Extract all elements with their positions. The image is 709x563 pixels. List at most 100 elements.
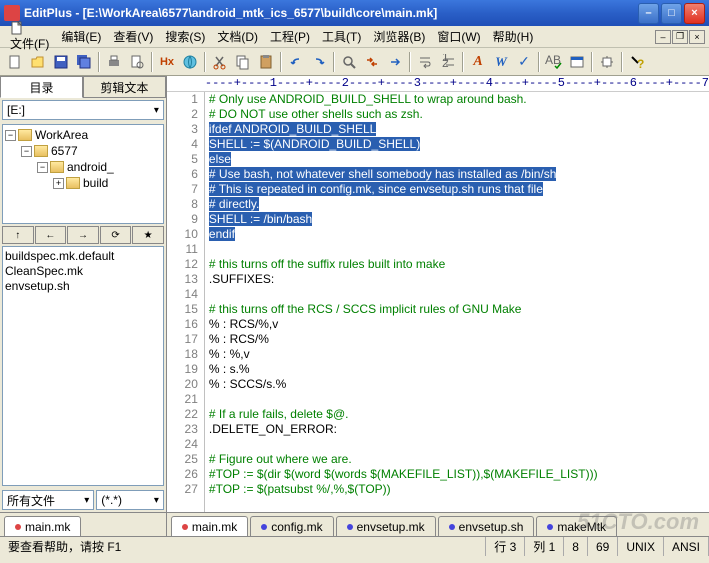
open-icon <box>30 54 46 70</box>
file-list[interactable]: buildspec.mk.default CleanSpec.mk envset… <box>2 246 164 486</box>
nav-forward-button[interactable]: → <box>67 226 99 244</box>
minimize-button[interactable]: – <box>638 3 659 24</box>
filter-pattern-combo[interactable]: (*.*) <box>96 490 164 510</box>
collapse-icon[interactable]: − <box>21 146 32 157</box>
saveall-button[interactable] <box>73 51 95 73</box>
preview-button[interactable] <box>126 51 148 73</box>
statusbar: 要查看帮助，请按 F1 行 3 列 1 8 69 UNIX ANSI <box>0 536 709 556</box>
check-button[interactable]: ✓ <box>513 51 535 73</box>
spell-icon: AB <box>545 54 563 70</box>
wordwrap-button[interactable] <box>414 51 436 73</box>
contexthelp-button[interactable]: ? <box>626 51 648 73</box>
doc-tab[interactable]: envsetup.sh <box>438 516 535 536</box>
tree-build[interactable]: +build <box>5 175 161 191</box>
tab-dot-icon <box>449 524 455 530</box>
tree-workarea[interactable]: −WorkArea <box>5 127 161 143</box>
separator <box>409 52 411 72</box>
filter-label-combo[interactable]: 所有文件 <box>2 490 94 510</box>
mdi-minimize-button[interactable]: – <box>655 30 671 44</box>
tree-android[interactable]: −android_ <box>5 159 161 175</box>
new-button[interactable] <box>4 51 26 73</box>
file-item[interactable]: envsetup.sh <box>5 279 161 294</box>
tools-menu[interactable]: 工具(T) <box>316 26 367 47</box>
paste-button[interactable] <box>255 51 277 73</box>
edit-menu[interactable]: 编辑(E) <box>55 26 107 47</box>
find-button[interactable] <box>338 51 360 73</box>
saveall-icon <box>76 54 92 70</box>
web-button[interactable]: W <box>490 51 512 73</box>
undo-button[interactable] <box>285 51 307 73</box>
wrap-icon <box>417 54 433 70</box>
mdi-restore-button[interactable]: ❐ <box>672 30 688 44</box>
close-button[interactable]: × <box>684 3 705 24</box>
nav-back-button[interactable]: ← <box>35 226 67 244</box>
project-menu[interactable]: 工程(P) <box>264 26 316 47</box>
copy-icon <box>235 54 251 70</box>
new-icon <box>7 54 23 70</box>
help-menu[interactable]: 帮助(H) <box>487 26 540 47</box>
folder-icon <box>50 161 64 173</box>
nav-refresh-button[interactable]: ⟳ <box>100 226 132 244</box>
collapse-icon[interactable]: − <box>5 130 16 141</box>
browser-menu[interactable]: 浏览器(B) <box>367 26 431 47</box>
search-menu[interactable]: 搜索(S) <box>159 26 211 47</box>
copy-button[interactable] <box>232 51 254 73</box>
folder-tree[interactable]: −WorkArea −6577 −android_ +build <box>2 124 164 224</box>
doc-tab[interactable]: makeMtk <box>536 516 617 536</box>
bold-button[interactable]: A <box>467 51 489 73</box>
file-menu[interactable]: 文件(F) <box>4 19 55 54</box>
spellcheck-button[interactable]: AB <box>543 51 565 73</box>
file-item[interactable]: CleanSpec.mk <box>5 264 161 279</box>
nav-favorite-button[interactable]: ★ <box>132 226 164 244</box>
nav-up-button[interactable]: ↑ <box>2 226 34 244</box>
sidebar: 目录 剪辑文本 [E:] −WorkArea −6577 −android_ +… <box>0 76 167 536</box>
help-icon: ? <box>629 54 645 70</box>
window-title: EditPlus - [E:\WorkArea\6577\android_mtk… <box>24 6 638 20</box>
terminal-button[interactable] <box>566 51 588 73</box>
globe-icon <box>182 54 198 70</box>
titlebar: EditPlus - [E:\WorkArea\6577\android_mtk… <box>0 0 709 26</box>
directory-tab[interactable]: 目录 <box>0 76 83 98</box>
separator <box>204 52 206 72</box>
print-button[interactable] <box>103 51 125 73</box>
side-doc-tab[interactable]: main.mk <box>4 516 81 536</box>
svg-text:2: 2 <box>442 56 449 70</box>
tree-6577[interactable]: −6577 <box>5 143 161 159</box>
collapse-icon[interactable]: − <box>37 162 48 173</box>
browser-button[interactable] <box>179 51 201 73</box>
separator <box>538 52 540 72</box>
goto-button[interactable] <box>384 51 406 73</box>
terminal-icon <box>569 54 585 70</box>
cut-button[interactable] <box>209 51 231 73</box>
redo-button[interactable] <box>308 51 330 73</box>
mdi-close-button[interactable]: × <box>689 30 705 44</box>
status-enc: ANSI <box>664 537 709 556</box>
doc-menu[interactable]: 文档(D) <box>211 26 264 47</box>
replace-button[interactable] <box>361 51 383 73</box>
open-button[interactable] <box>27 51 49 73</box>
separator <box>462 52 464 72</box>
separator <box>280 52 282 72</box>
doc-tab[interactable]: config.mk <box>250 516 333 536</box>
settings-icon <box>599 54 615 70</box>
linenum-button[interactable]: 12 <box>437 51 459 73</box>
code-area[interactable]: 1234567891011121314151617181920212223242… <box>167 92 709 512</box>
drive-combo[interactable]: [E:] <box>2 100 164 120</box>
linenum-icon: 12 <box>440 54 456 70</box>
view-menu[interactable]: 查看(V) <box>107 26 159 47</box>
window-menu[interactable]: 窗口(W) <box>431 26 486 47</box>
doc-tab[interactable]: envsetup.mk <box>336 516 436 536</box>
print-icon <box>106 54 122 70</box>
save-button[interactable] <box>50 51 72 73</box>
doc-tab[interactable]: main.mk <box>171 516 248 536</box>
tab-dot-icon <box>182 524 188 530</box>
code-content[interactable]: # Only use ANDROID_BUILD_SHELL to wrap a… <box>205 92 709 512</box>
status-os: UNIX <box>618 537 664 556</box>
goto-icon <box>387 54 403 70</box>
expand-icon[interactable]: + <box>53 178 64 189</box>
settings-button[interactable] <box>596 51 618 73</box>
hex-button[interactable]: Hx <box>156 51 178 73</box>
cliptext-tab[interactable]: 剪辑文本 <box>83 76 166 98</box>
file-item[interactable]: buildspec.mk.default <box>5 249 161 264</box>
maximize-button[interactable]: □ <box>661 3 682 24</box>
